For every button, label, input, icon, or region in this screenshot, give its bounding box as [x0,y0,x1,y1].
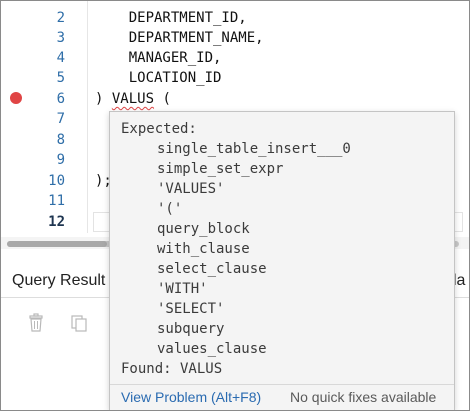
expected-item: values_clause [157,341,267,357]
expected-item: '(' [157,201,183,217]
line-number[interactable]: 10 [27,171,65,191]
line-text-before: ) [95,91,112,107]
line-number[interactable]: 11 [27,191,65,211]
trash-icon[interactable] [26,313,46,333]
error-hover-popup: Expected: single_table_insert___0 simple… [109,111,455,410]
view-problem-link[interactable]: View Problem (Alt+F8) [121,389,261,405]
popup-body: Expected: single_table_insert___0 simple… [110,112,454,380]
expected-item: 'VALUES' [157,181,225,197]
found-label: Found: VALUS [121,361,223,377]
expected-label: Expected: [121,121,197,137]
line-text[interactable]: DEPARTMENT_NAME, [95,28,264,48]
window-frame: 2 DEPARTMENT_ID, 3 DEPARTMENT_NAME, 4 MA… [0,0,470,411]
line-number[interactable]: 9 [27,150,65,170]
expected-item: query_block [157,221,250,237]
line-number[interactable]: 5 [27,68,65,88]
syntax-error-token[interactable]: VALUS [112,91,154,107]
expected-item: 'SELECT' [157,301,225,317]
line-text[interactable]: MANAGER_ID, [95,48,222,68]
no-quick-fixes-text: No quick fixes available [290,389,437,405]
popup-footer: View Problem (Alt+F8) No quick fixes ava… [110,384,454,410]
expected-item: simple_set_expr [157,161,284,177]
expected-item: select_clause [157,261,267,277]
line-number[interactable]: 3 [27,28,65,48]
tab-query-result[interactable]: Query Result [12,272,105,290]
expected-item: subquery [157,321,225,337]
line-text[interactable]: DEPARTMENT_ID, [95,8,247,28]
expected-item: 'WITH' [157,281,208,297]
code-line-error[interactable]: 6 ) VALUS ( [1,89,461,109]
line-number[interactable]: 2 [27,8,65,28]
code-line[interactable]: 3 DEPARTMENT_NAME, [1,28,461,48]
code-line[interactable]: 2 DEPARTMENT_ID, [1,8,461,28]
code-line[interactable]: 5 LOCATION_ID [1,68,461,88]
line-text[interactable]: ) VALUS ( [95,89,171,109]
breakpoint-icon[interactable] [10,92,22,104]
line-number[interactable]: 4 [27,48,65,68]
line-number[interactable]: 12 [27,212,65,232]
horizontal-scrollbar-thumb[interactable] [7,241,107,247]
line-number[interactable]: 6 [27,89,65,109]
line-number[interactable]: 8 [27,130,65,150]
line-text[interactable]: LOCATION_ID [95,68,222,88]
code-line[interactable]: 4 MANAGER_ID, [1,48,461,68]
expected-item: single_table_insert___0 [157,141,351,157]
line-number[interactable]: 7 [27,109,65,129]
copy-icon[interactable] [69,313,89,333]
line-text-after: ( [154,91,171,107]
expected-item: with_clause [157,241,250,257]
